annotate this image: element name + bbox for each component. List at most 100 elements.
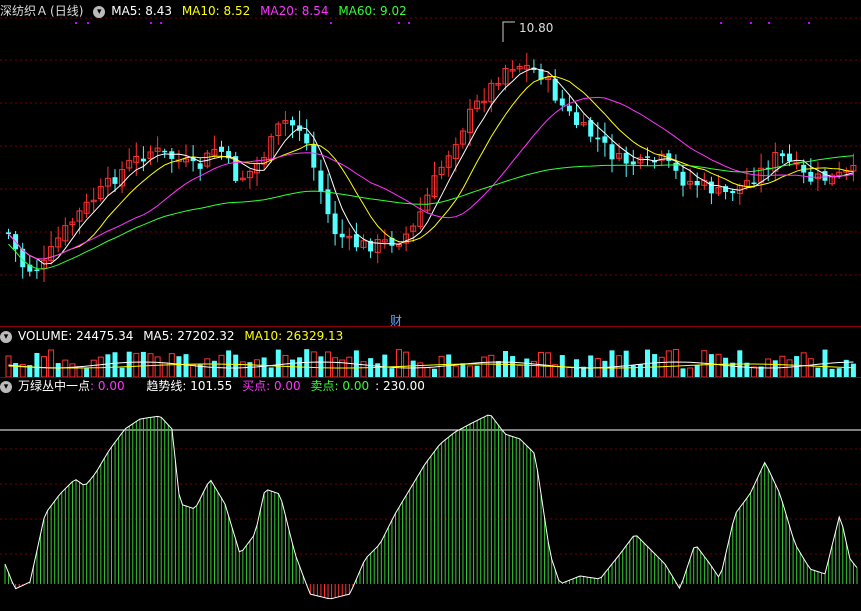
candle-body [694, 180, 700, 186]
volume-bar [396, 349, 402, 377]
volume-bar [800, 352, 807, 377]
candle-body [566, 105, 572, 112]
sell-label: 卖点: 0.00 [310, 379, 370, 393]
volume-bar [694, 365, 700, 377]
candlestick-chart[interactable]: 10.80 [0, 0, 861, 325]
signal-dot [808, 22, 810, 24]
volume-bar [211, 360, 217, 377]
candle-body [162, 150, 168, 153]
ma5-line [8, 67, 854, 265]
volume-bar [680, 368, 686, 377]
ma10-label: MA10: 8.52 [181, 4, 251, 18]
candle-body [574, 112, 579, 125]
volume-bar [687, 367, 694, 377]
candle-body [34, 269, 40, 272]
volume-bar [559, 355, 565, 377]
high-marker-line [502, 21, 515, 42]
candle-body [680, 171, 686, 186]
ma20-label: MA20: 8.54 [260, 4, 329, 18]
candle-body [325, 189, 331, 215]
volume-bar [90, 359, 97, 377]
candle-body [552, 78, 558, 101]
volume-bar [779, 355, 786, 377]
volume-bar [233, 354, 239, 377]
signal-dot [408, 22, 410, 24]
volume-bar [254, 359, 260, 377]
volume-ma5: MA5: 27202.32 [143, 329, 235, 343]
volume-bar [510, 356, 516, 377]
volume-bar [516, 365, 523, 377]
volume-bar [375, 363, 381, 377]
volume-bar [48, 349, 55, 377]
volume-bar [360, 361, 367, 377]
ma20-line [8, 96, 854, 260]
volume-bar [524, 358, 530, 377]
volume-bar [290, 359, 295, 377]
volume-bar [304, 349, 310, 377]
volume-bar [119, 367, 125, 377]
volume-bar [97, 356, 104, 377]
candle-body [645, 156, 650, 158]
volume-bar [637, 364, 643, 377]
candle-body [311, 144, 317, 168]
volume-bar [84, 368, 90, 377]
candle-body [588, 120, 594, 137]
volume-bar [424, 367, 431, 377]
candle-body [140, 158, 146, 162]
volume-bar [62, 359, 69, 377]
volume-bar [623, 350, 629, 377]
candle-body [730, 190, 736, 194]
volume-header: ▾ VOLUME: 24475.34 MA5: 27202.32 MA10: 26… [0, 328, 349, 344]
volume-bar [609, 350, 615, 377]
candle-body [630, 161, 636, 165]
candle-body [708, 181, 714, 194]
candle-body [673, 162, 679, 171]
signal-dot [150, 22, 152, 24]
volume-bar [112, 352, 118, 377]
chevron-down-icon[interactable]: ▾ [93, 5, 106, 18]
volume-bar [176, 356, 182, 377]
volume-bar [410, 360, 416, 377]
volume-bar [481, 356, 488, 377]
chevron-down-icon[interactable]: ▾ [0, 380, 12, 393]
volume-bar [41, 356, 47, 377]
volume-bar [105, 354, 111, 377]
volume-bar [495, 361, 501, 377]
signal-dot [720, 22, 722, 24]
volume-label: VOLUME: 24475.34 [18, 329, 134, 343]
volume-bar [815, 367, 821, 377]
volume-bar [467, 365, 473, 377]
candle-body [559, 98, 565, 106]
candle-body [219, 146, 224, 152]
candle-body [339, 233, 345, 238]
indicator-chart[interactable] [0, 394, 861, 611]
candle-body [751, 182, 757, 184]
trend-label: 趋势线: 101.55 [146, 379, 233, 393]
candle-body [6, 232, 11, 235]
volume-bar [588, 355, 594, 377]
period-label: (日线) [50, 4, 84, 18]
chevron-down-icon[interactable]: ▾ [0, 330, 12, 343]
signal-dot [398, 22, 400, 24]
ma60-line [8, 155, 854, 270]
volume-bar [34, 352, 40, 377]
candle-body [822, 171, 828, 181]
volume-bar [55, 363, 61, 377]
volume-bar [154, 356, 161, 377]
indicator-name: 万绿丛中一点 [18, 379, 91, 393]
volume-chart[interactable] [0, 343, 861, 377]
volume-bar [751, 366, 757, 377]
volume-bar [665, 350, 672, 377]
volume-bar [452, 365, 459, 377]
volume-bar [382, 354, 388, 377]
volume-bar [730, 362, 736, 377]
signal-dot [768, 22, 770, 24]
stock-name: 深纺织Ａ [0, 4, 49, 18]
signal-dot [750, 22, 752, 24]
ma5-label: MA5: 8.43 [111, 4, 172, 18]
volume-bar [744, 362, 750, 377]
volume-bar [602, 360, 608, 377]
volume-bar [807, 358, 814, 377]
volume-bar [204, 358, 211, 377]
volume-bar [168, 353, 175, 377]
